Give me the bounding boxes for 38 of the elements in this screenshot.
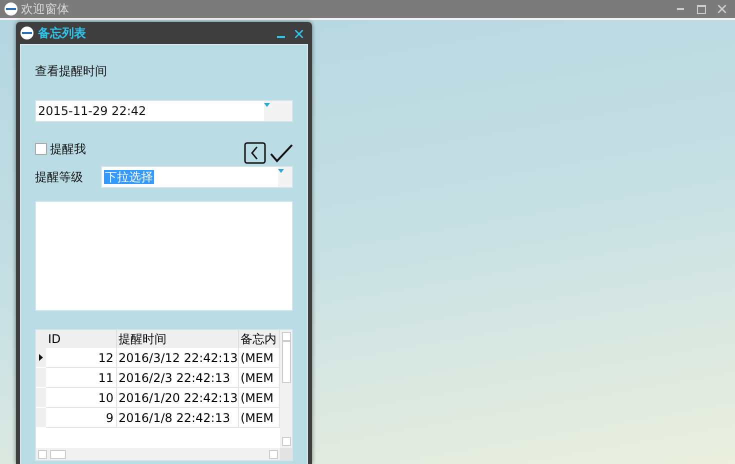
- caret-icon: [278, 169, 284, 173]
- table-cell: 2016/1/8 22:42:13: [116, 408, 238, 428]
- column-header[interactable]: 备忘内: [238, 330, 279, 348]
- column-header[interactable]: ID: [46, 330, 116, 348]
- caret-icon: [264, 103, 270, 107]
- checkbox[interactable]: [35, 143, 47, 155]
- table-cell: 11: [46, 368, 116, 388]
- scrollbar-corner: [280, 448, 292, 460]
- maximize-icon: [696, 4, 706, 14]
- close-icon: [295, 30, 303, 38]
- date-picker[interactable]: 2015-11-29 22:42: [35, 100, 293, 122]
- table-cell: 10: [46, 388, 116, 408]
- back-icon[interactable]: [244, 142, 266, 164]
- table-cell: (MEM: [238, 388, 279, 408]
- checkbox-label: 提醒我: [50, 140, 86, 158]
- table-cell: 12: [46, 348, 116, 368]
- dialog-title: 备忘列表: [38, 24, 86, 42]
- logo-icon: [4, 2, 18, 16]
- row-pointer-icon: [39, 354, 43, 361]
- table-cell: 2016/2/3 22:42:13: [116, 368, 238, 388]
- table-cell: (MEM: [238, 348, 279, 368]
- vertical-scrollbar[interactable]: [280, 330, 292, 448]
- table-cell: 9: [46, 408, 116, 428]
- field-label: 提醒等级: [35, 168, 84, 186]
- table-cell: (MEM: [238, 368, 279, 388]
- checkmark-icon[interactable]: [270, 143, 293, 163]
- close-icon: [718, 5, 726, 13]
- table-cell: 2016/1/20 22:42:13: [116, 388, 238, 408]
- table-cell: 2016/3/12 22:42:13: [116, 348, 238, 368]
- column-header[interactable]: 提醒时间: [116, 330, 238, 348]
- row-header[interactable]: [36, 348, 46, 368]
- horizontal-scrollbar[interactable]: [36, 448, 280, 460]
- minimize-icon: [277, 36, 285, 38]
- logo-icon: [20, 26, 34, 40]
- minimize-icon: [676, 8, 684, 10]
- field-label: 查看提醒时间: [35, 63, 108, 80]
- window-title: 欢迎窗体: [21, 0, 69, 18]
- table-cell: (MEM: [238, 408, 279, 428]
